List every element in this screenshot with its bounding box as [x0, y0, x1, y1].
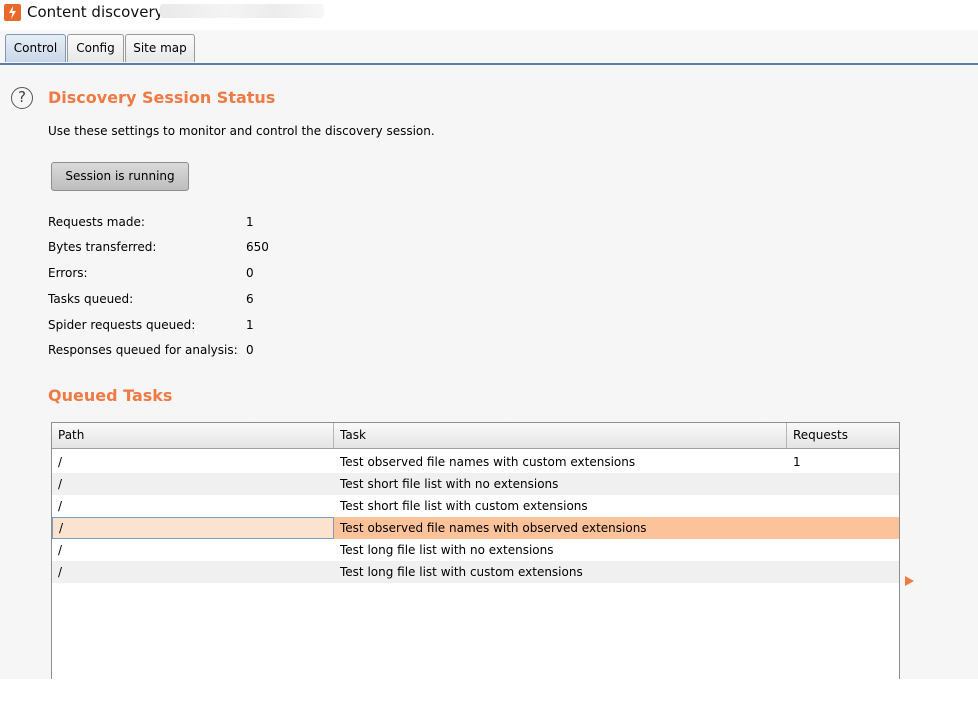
cell-path: / [58, 565, 63, 579]
session-toggle-button[interactable]: Session is running [51, 162, 189, 191]
table-row[interactable]: / Test observed file names with custom e… [52, 451, 899, 473]
cell-path: / [52, 517, 334, 539]
window-title: Content discovery: [27, 3, 168, 21]
cell-requests [787, 495, 899, 517]
tab-site-map[interactable]: Site map [125, 34, 195, 62]
cell-task: Test observed file names with observed e… [340, 521, 647, 535]
stat-label-tasks-queued: Tasks queued: [48, 292, 134, 306]
stat-label-spider-requests-queued: Spider requests queued: [48, 318, 196, 332]
table-row[interactable]: / Test long file list with no extensions [52, 539, 899, 561]
stat-value-bytes-transferred: 650 [246, 240, 269, 254]
tab-underline [0, 63, 978, 65]
table-row[interactable]: / Test long file list with custom extens… [52, 561, 899, 583]
stat-label-requests-made: Requests made: [48, 215, 145, 229]
stat-label-bytes-transferred: Bytes transferred: [48, 240, 157, 254]
table-row[interactable]: / Test short file list with no extension… [52, 473, 899, 495]
column-header-path[interactable]: Path [52, 423, 334, 448]
queued-tasks-table: Path Task Requests / Test observed file … [51, 422, 900, 680]
tab-bar: Control Config Site map [0, 30, 978, 68]
stat-value-tasks-queued: 6 [246, 292, 254, 306]
window-bottom-edge [0, 679, 978, 706]
tab-control[interactable]: Control [5, 34, 66, 62]
table-row[interactable]: / Test short file list with custom exten… [52, 495, 899, 517]
stat-value-errors: 0 [246, 266, 254, 280]
cell-path: / [58, 477, 63, 491]
column-header-requests[interactable]: Requests [787, 423, 899, 448]
cell-requests: 1 [793, 455, 801, 469]
cell-task: Test long file list with custom extensio… [340, 565, 583, 579]
cell-path: / [58, 499, 63, 513]
cell-task: Test short file list with custom extensi… [340, 499, 588, 513]
stat-value-responses-queued: 0 [246, 343, 254, 357]
queued-tasks-heading: Queued Tasks [48, 386, 173, 405]
session-status-heading: Discovery Session Status [48, 88, 276, 107]
expand-arrow-icon[interactable] [905, 576, 914, 586]
cell-task: Test observed file names with custom ext… [340, 455, 636, 469]
stat-value-spider-requests-queued: 1 [246, 318, 254, 332]
table-header: Path Task Requests [52, 423, 899, 449]
table-row-selected[interactable]: / Test observed file names with observed… [52, 517, 899, 539]
stat-value-requests-made: 1 [246, 215, 254, 229]
title-bar: Content discovery: [0, 0, 978, 30]
cell-requests [787, 517, 899, 539]
redacted-target [160, 4, 324, 18]
help-circle-icon[interactable]: ? [11, 87, 33, 109]
cell-requests [787, 473, 899, 495]
session-status-description: Use these settings to monitor and contro… [48, 124, 435, 138]
cell-path: / [58, 543, 63, 557]
tab-config[interactable]: Config [67, 34, 124, 62]
stat-label-errors: Errors: [48, 266, 88, 280]
cell-path: / [58, 455, 63, 469]
cell-task: Test long file list with no extensions [340, 543, 554, 557]
cell-requests [787, 539, 899, 561]
cell-task: Test short file list with no extensions [340, 477, 559, 491]
control-panel: ? Discovery Session Status Use these set… [0, 68, 978, 680]
burp-logo-icon [4, 4, 21, 21]
stat-label-responses-queued: Responses queued for analysis: [48, 343, 238, 357]
cell-requests [787, 561, 899, 583]
column-header-task[interactable]: Task [334, 423, 787, 448]
